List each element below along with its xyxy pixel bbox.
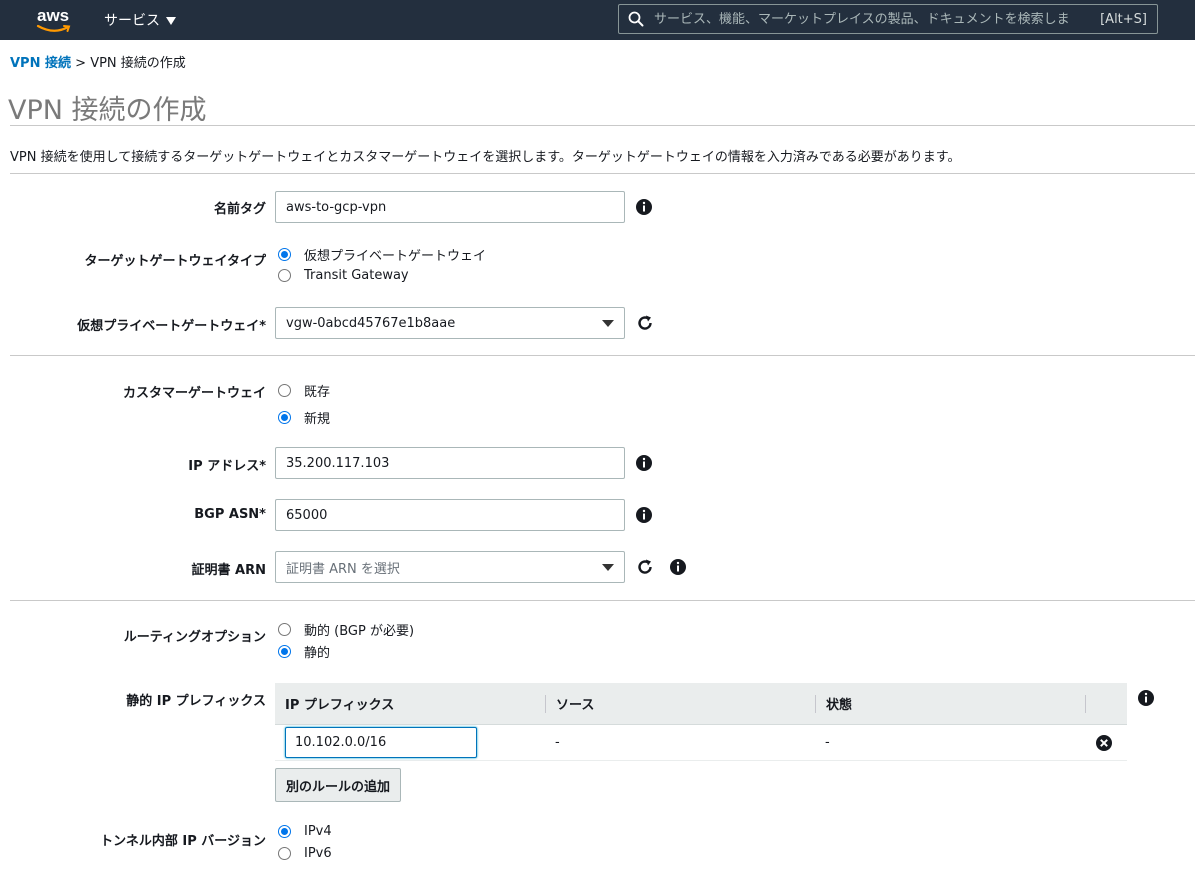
customer-gateway-label: カスタマーゲートウェイ <box>122 386 266 401</box>
radio-label: IPv6 <box>304 846 332 861</box>
static-ip-prefixes-table: IP プレフィックス ソース 状態 - - <box>275 683 1127 761</box>
top-navigation-bar: aws サービス [Alt+S] <box>0 0 1195 40</box>
source-cell: - <box>555 735 560 750</box>
services-label: サービス <box>104 13 160 29</box>
radio-button-checked[interactable] <box>278 825 291 838</box>
refresh-icon[interactable] <box>636 314 654 332</box>
radio-dynamic-bgp[interactable]: 動的 (BGP が必要) <box>278 620 414 639</box>
aws-logo-text: aws <box>37 6 70 25</box>
breadcrumb: VPN 接続 > VPN 接続の作成 <box>10 52 186 71</box>
radio-button-checked[interactable] <box>278 645 291 658</box>
refresh-icon[interactable] <box>636 558 654 576</box>
select-value: vgw-0abcd45767e1b8aae <box>286 315 456 331</box>
radio-label: 既存 <box>304 385 331 400</box>
radio-ipv4[interactable]: IPv4 <box>278 824 332 839</box>
radio-new[interactable]: 新規 <box>278 408 330 427</box>
radio-ipv6[interactable]: IPv6 <box>278 846 332 861</box>
certificate-arn-label: 証明書 ARN <box>191 563 266 578</box>
radio-static[interactable]: 静的 <box>278 642 330 661</box>
name-tag-input[interactable] <box>275 191 625 223</box>
routing-options-label: ルーティングオプション <box>123 630 266 645</box>
radio-label: 静的 <box>304 646 331 661</box>
radio-button[interactable] <box>278 269 291 282</box>
breadcrumb-current: VPN 接続の作成 <box>90 56 186 71</box>
radio-button[interactable] <box>278 847 291 860</box>
title-divider <box>10 125 1195 126</box>
breadcrumb-vpn-connections-link[interactable]: VPN 接続 <box>10 56 71 71</box>
radio-transit-gateway[interactable]: Transit Gateway <box>278 268 409 283</box>
name-tag-label: 名前タグ <box>213 202 266 217</box>
radio-label: IPv4 <box>304 824 332 839</box>
radio-button-checked[interactable] <box>278 248 291 261</box>
add-rule-button[interactable]: 別のルールの追加 <box>275 768 402 802</box>
services-menu-button[interactable]: サービス <box>104 10 176 30</box>
select-placeholder: 証明書 ARN を選択 <box>286 561 400 577</box>
section-divider <box>10 600 1195 601</box>
radio-button[interactable] <box>278 623 291 636</box>
column-header-status: 状態 <box>815 694 1085 713</box>
ip-address-label: IP アドレス* <box>188 459 266 474</box>
virtual-private-gateway-label: 仮想プライベートゲートウェイ* <box>77 319 266 334</box>
column-header-ip-prefix: IP プレフィックス <box>285 698 395 713</box>
info-icon[interactable] <box>669 558 687 576</box>
info-icon[interactable] <box>635 506 653 524</box>
dropdown-caret-icon <box>602 319 614 327</box>
info-icon[interactable] <box>1137 689 1155 707</box>
tunnel-ip-version-label: トンネル内部 IP バージョン <box>100 834 266 849</box>
static-ip-prefixes-label: 静的 IP プレフィックス <box>126 694 266 709</box>
radio-label: Transit Gateway <box>304 268 409 283</box>
section-divider <box>10 355 1195 356</box>
ip-address-input[interactable] <box>275 447 625 479</box>
status-cell: - <box>825 735 830 750</box>
aws-logo[interactable]: aws <box>34 6 74 34</box>
radio-button-checked[interactable] <box>278 411 291 424</box>
page-description: VPN 接続を使用して接続するターゲットゲートウェイとカスタマーゲートウェイを選… <box>10 150 961 165</box>
ip-prefix-input[interactable] <box>285 727 477 758</box>
remove-row-icon[interactable] <box>1095 734 1113 752</box>
certificate-arn-select[interactable]: 証明書 ARN を選択 <box>275 551 625 583</box>
radio-label: 仮想プライベートゲートウェイ <box>304 249 487 264</box>
search-box[interactable]: [Alt+S] <box>618 4 1158 34</box>
radio-label: 新規 <box>304 412 331 427</box>
radio-existing[interactable]: 既存 <box>278 381 330 400</box>
virtual-private-gateway-select[interactable]: vgw-0abcd45767e1b8aae <box>275 307 625 339</box>
caret-down-icon <box>166 17 176 25</box>
radio-button[interactable] <box>278 384 291 397</box>
breadcrumb-separator: > <box>75 56 87 71</box>
bgp-asn-input[interactable] <box>275 499 625 531</box>
target-gateway-type-label: ターゲットゲートウェイタイプ <box>84 254 266 269</box>
dropdown-caret-icon <box>602 563 614 571</box>
info-icon[interactable] <box>635 454 653 472</box>
table-row: - - <box>275 725 1127 761</box>
search-shortcut-hint: [Alt+S] <box>1100 11 1147 27</box>
radio-label: 動的 (BGP が必要) <box>304 624 415 639</box>
info-icon[interactable] <box>635 198 653 216</box>
page-title: VPN 接続の作成 <box>8 95 207 126</box>
aws-smile-icon <box>36 24 71 32</box>
radio-virtual-private-gateway[interactable]: 仮想プライベートゲートウェイ <box>278 245 486 264</box>
section-divider <box>10 173 1195 174</box>
column-header-actions <box>1085 694 1127 713</box>
search-icon <box>628 11 644 27</box>
search-input[interactable] <box>654 11 1101 27</box>
table-header: IP プレフィックス ソース 状態 <box>275 683 1127 725</box>
column-header-source: ソース <box>545 694 815 713</box>
bgp-asn-label: BGP ASN* <box>194 507 266 522</box>
